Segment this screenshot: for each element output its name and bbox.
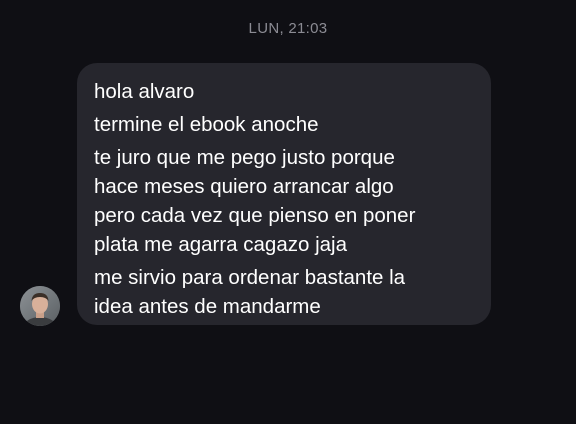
message-line: termine el ebook anoche <box>94 113 319 136</box>
contact-photo-icon <box>20 286 60 326</box>
message-line: idea antes de mandarme <box>94 295 321 318</box>
sender-avatar[interactable] <box>20 286 60 326</box>
message-line: pero cada vez que pienso en poner <box>94 204 416 227</box>
message-line: hola alvaro <box>94 80 195 103</box>
message-line: te juro que me pego justo porque <box>94 146 395 169</box>
message-bubble[interactable]: hola alvaro termine el ebook anoche te j… <box>77 63 491 325</box>
message-timestamp: LUN, 21:03 <box>248 20 328 37</box>
message-line: me sirvio para ordenar bastante la <box>94 266 406 289</box>
message-line: plata me agarra cagazo jaja <box>94 233 347 256</box>
chat-screen: LUN, 21:03 hola alvaro termine el ebook … <box>0 0 576 424</box>
message-line: hace meses quiero arrancar algo <box>94 175 394 198</box>
